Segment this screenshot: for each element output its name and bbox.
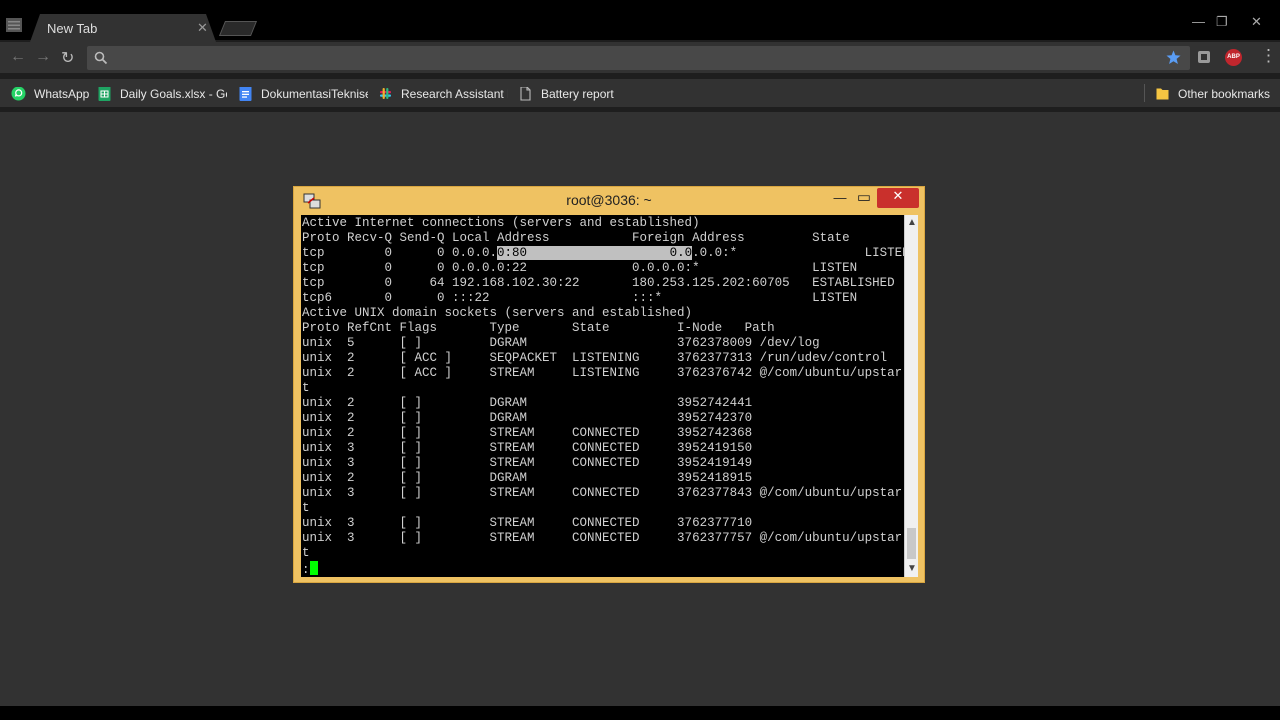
text-selection: 0:80 0.0 (497, 246, 693, 260)
terminal-line: unix 2 [ ] DGRAM 3952742441 (302, 396, 753, 410)
terminal-line: Active Internet connections (servers and… (302, 216, 700, 230)
scroll-down-arrow-icon[interactable]: ▼ (905, 563, 919, 574)
other-bookmarks-label: Other bookmarks (1178, 87, 1270, 101)
terminal-cursor (309, 561, 318, 575)
taskbar-edge (0, 706, 1280, 720)
putty-minimize-button[interactable]: — (831, 190, 849, 210)
putty-title: root@3036: ~ (566, 192, 652, 208)
apps-launcher-icon[interactable] (6, 18, 22, 32)
address-input[interactable] (117, 48, 1117, 68)
adblock-plus-icon[interactable]: ABP (1225, 49, 1242, 66)
bookmark-label: Daily Goals.xlsx - Goo (120, 87, 227, 101)
extension-icon[interactable] (1197, 50, 1211, 64)
terminal-line: unix 2 [ ] STREAM CONNECTED 3952742368 (302, 426, 753, 440)
bookmark-label: DokumentasiTeknisef (261, 87, 368, 101)
bookmarks-divider (1144, 84, 1145, 102)
folder-icon (1156, 88, 1169, 100)
terminal-line: tcp6 0 0 :::22 :::* LISTEN (302, 291, 858, 305)
terminal-line: unix 3 [ ] STREAM CONNECTED 3952419149 (302, 456, 753, 470)
terminal-line: tcp 0 0 0.0.0. (302, 246, 498, 260)
terminal-line: Proto RefCnt Flags Type State I-Node Pat… (302, 321, 775, 335)
putty-close-button[interactable]: ✕ (877, 188, 919, 208)
terminal-line: tcp 0 0 0.0.0.0:22 0.0.0.0:* LISTEN (302, 261, 858, 275)
sheets-icon (98, 87, 111, 101)
docs-icon (239, 87, 252, 101)
terminal-line: unix 2 [ ACC ] STREAM LISTENING 37623767… (302, 366, 903, 380)
terminal-line: unix 2 [ ] DGRAM 3952418915 (302, 471, 753, 485)
terminal-line: t (302, 546, 310, 560)
terminal-screen[interactable]: Active Internet connections (servers and… (301, 215, 904, 577)
back-arrow-icon[interactable]: ← (10, 48, 26, 66)
terminal-line: unix 3 [ ] STREAM CONNECTED 3762377757 @… (302, 531, 903, 545)
window-close-button[interactable]: ✕ (1251, 14, 1262, 30)
bookmark-daily-goals[interactable]: Daily Goals.xlsx - Goo (97, 87, 227, 103)
terminal-line: unix 3 [ ] STREAM CONNECTED 3762377710 (302, 516, 753, 530)
bookmark-whatsapp[interactable]: WhatsApp (11, 87, 91, 103)
window-restore-button[interactable]: ❐ (1216, 14, 1228, 30)
bookmark-star-icon[interactable] (1166, 50, 1181, 65)
tab-title: New Tab (47, 21, 98, 36)
terminal-line: t (302, 381, 310, 395)
bookmarks-bar: WhatsApp Daily Goals.xlsx - Goo Dokument… (0, 79, 1280, 107)
terminal-line: unix 5 [ ] DGRAM 3762378009 /dev/log (302, 336, 820, 350)
bookmark-battery-report[interactable]: Battery report (518, 87, 618, 103)
putty-window[interactable]: root@3036: ~ — ▭ ✕ Active Internet conne… (293, 186, 925, 583)
address-bar[interactable] (87, 46, 1190, 70)
terminal-line: unix 3 [ ] STREAM CONNECTED 3952419150 (302, 441, 753, 455)
forward-arrow-icon[interactable]: → (35, 48, 51, 66)
tab-strip: New Tab ✕ — ❐ ✕ (0, 0, 1280, 40)
search-icon (94, 51, 108, 65)
browser-toolbar: ← → ↻ ABP ⋮ (0, 42, 1280, 73)
tab-new-tab[interactable]: New Tab ✕ (30, 14, 216, 42)
terminal-line: unix 2 [ ] DGRAM 3952742370 (302, 411, 753, 425)
bookmark-label: WhatsApp (34, 87, 90, 101)
reload-icon[interactable]: ↻ (61, 48, 74, 68)
putty-maximize-button[interactable]: ▭ (855, 188, 873, 208)
window-minimize-button[interactable]: — (1192, 14, 1205, 29)
terminal-prompt: : (302, 563, 310, 577)
new-tab-button[interactable] (218, 21, 258, 36)
terminal-output: Active Internet connections (servers and… (302, 216, 904, 577)
other-bookmarks[interactable]: Other bookmarks (1155, 87, 1270, 103)
terminal-line: t (302, 501, 310, 515)
terminal-scrollbar[interactable]: ▲ ▼ (904, 215, 918, 577)
scrollbar-thumb[interactable] (907, 528, 916, 559)
tab-close-icon[interactable]: ✕ (197, 20, 208, 36)
bookmark-label: Battery report (541, 87, 614, 101)
scroll-up-arrow-icon[interactable]: ▲ (905, 217, 919, 228)
slack-icon (380, 88, 391, 99)
bookmark-research-assistant[interactable]: Research Assistant La (378, 87, 508, 103)
terminal-line: .0.0:* LISTEN (692, 246, 904, 260)
bookmark-dokumentasi[interactable]: DokumentasiTeknisef (238, 87, 368, 103)
terminal-line: unix 2 [ ACC ] SEQPACKET LISTENING 37623… (302, 351, 888, 365)
whatsapp-icon (11, 87, 26, 101)
terminal-line: unix 3 [ ] STREAM CONNECTED 3762377843 @… (302, 486, 903, 500)
terminal-line: tcp 0 64 192.168.102.30:22 180.253.125.2… (302, 276, 895, 290)
page-icon (520, 87, 531, 101)
terminal-line: Active UNIX domain sockets (servers and … (302, 306, 693, 320)
menu-kebab-icon[interactable]: ⋮ (1260, 46, 1277, 66)
bookmark-label: Research Assistant La (401, 87, 508, 101)
terminal-line: Proto Recv-Q Send-Q Local Address Foreig… (302, 231, 850, 245)
